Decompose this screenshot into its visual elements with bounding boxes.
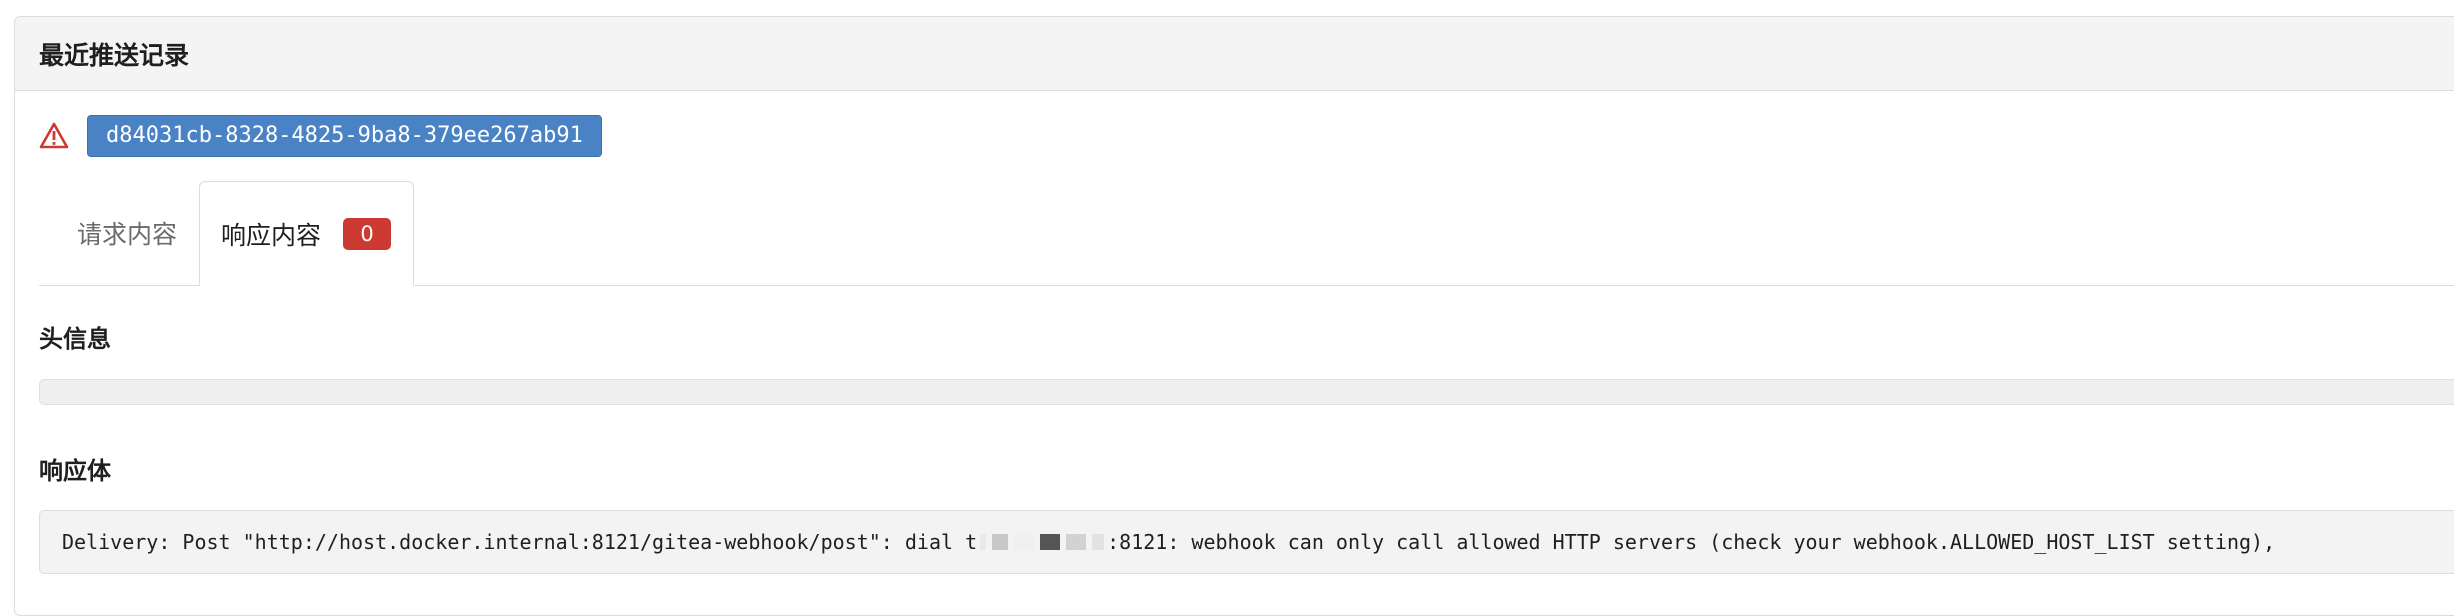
delivery-row: d84031cb-8328-4825-9ba8-379ee267ab91 bbox=[39, 115, 602, 157]
tab-response-label: 响应内容 bbox=[221, 220, 322, 250]
headers-title: 头信息 bbox=[39, 325, 111, 353]
panel-header: 最近推送记录 bbox=[15, 17, 2454, 91]
tab-request-label: 请求内容 bbox=[77, 220, 178, 249]
headers-content-box bbox=[39, 379, 2454, 405]
redacted-ip-block bbox=[1066, 534, 1087, 550]
response-status-badge: 0 bbox=[343, 217, 392, 250]
warning-triangle-icon bbox=[39, 121, 69, 151]
body-text-suffix: :8121: webhook can only call allowed HTT… bbox=[1107, 530, 2276, 554]
redacted-ip-block bbox=[1014, 534, 1035, 550]
redacted-ip-block bbox=[1092, 534, 1105, 550]
redacted-ip-block bbox=[992, 534, 1009, 550]
tab-request-content[interactable]: 请求内容 bbox=[39, 181, 199, 285]
panel-title: 最近推送记录 bbox=[39, 40, 190, 70]
delivery-uuid-label[interactable]: d84031cb-8328-4825-9ba8-379ee267ab91 bbox=[87, 115, 602, 157]
body-title: 响应体 bbox=[39, 457, 111, 485]
tab-response-content[interactable]: 响应内容 0 bbox=[199, 181, 414, 286]
body-text-prefix: Delivery: Post "http://host.docker.inter… bbox=[62, 530, 978, 554]
redacted-ip-block bbox=[980, 534, 987, 550]
recent-deliveries-panel: 最近推送记录 d84031cb-8328-4825-9ba8-379ee267a… bbox=[14, 16, 2454, 616]
delivery-tabs: 请求内容 响应内容 0 bbox=[39, 181, 2454, 286]
redacted-ip-block bbox=[1040, 534, 1061, 550]
body-content-box: Delivery: Post "http://host.docker.inter… bbox=[39, 510, 2454, 574]
